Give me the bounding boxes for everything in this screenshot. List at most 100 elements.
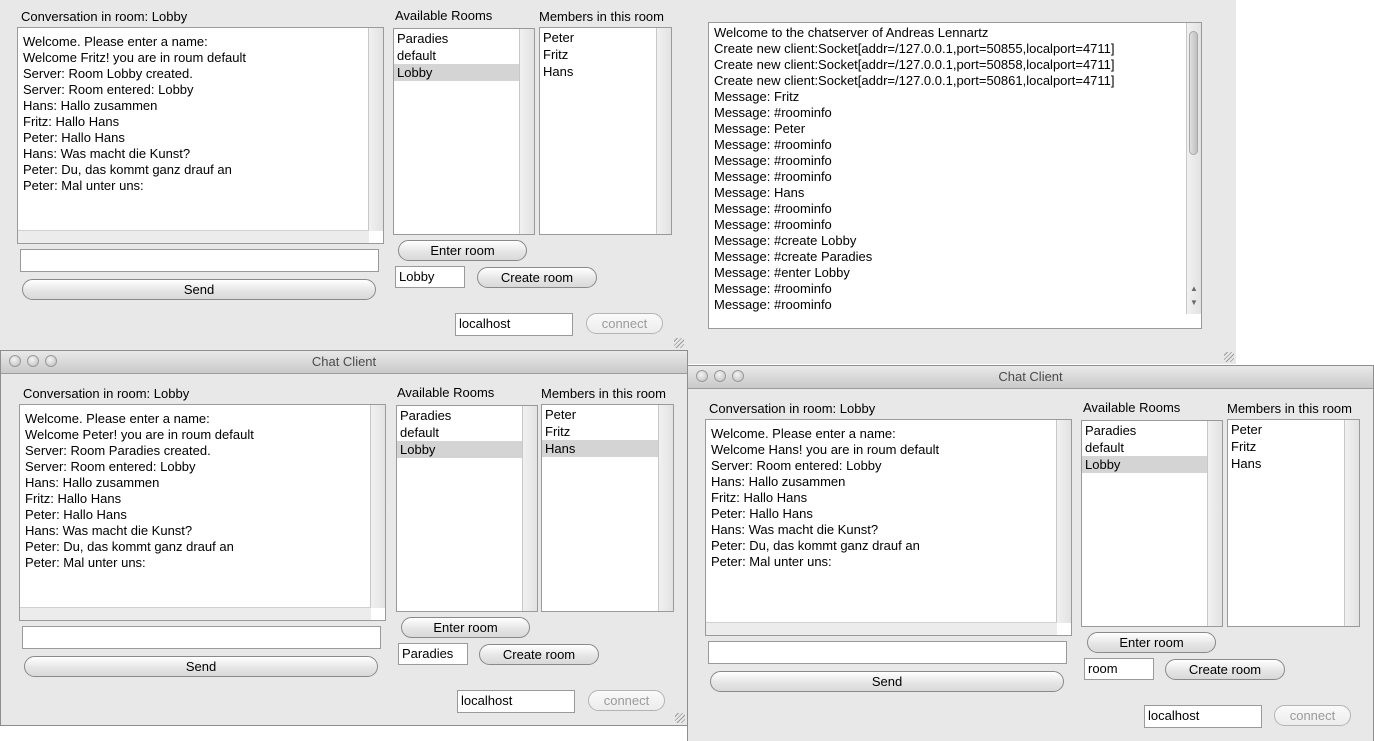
members-scrollbar[interactable] [658, 405, 673, 611]
member-item[interactable]: Fritz [1228, 438, 1359, 455]
conversation-scrollbar[interactable] [368, 28, 383, 231]
scroll-down-icon[interactable]: ▼ [1187, 297, 1201, 309]
conversation-area[interactable]: Welcome. Please enter a name: Welcome Pet… [19, 404, 386, 621]
close-icon[interactable] [696, 370, 708, 382]
conversation-scrollbar[interactable] [370, 405, 385, 608]
members-label: Members in this room [539, 9, 664, 24]
room-item[interactable]: Paradies [397, 407, 537, 424]
resize-grip-icon[interactable] [675, 713, 685, 723]
room-item[interactable]: default [394, 47, 534, 64]
rooms-list[interactable]: Paradies default Lobby [1081, 420, 1223, 627]
message-line: Peter: Hallo Hans [23, 130, 125, 145]
message-input[interactable] [20, 249, 379, 272]
message-line: Hans: Hallo zusammen [25, 475, 160, 490]
scroll-up-icon[interactable]: ▲ [1187, 283, 1201, 295]
conversation-area[interactable]: Welcome. Please enter a name: Welcome Fri… [17, 27, 384, 244]
message-line: Peter: Mal unter uns: [711, 554, 832, 569]
conversation-scrollbar[interactable] [1056, 420, 1071, 623]
room-item[interactable]: default [397, 424, 537, 441]
host-input[interactable]: localhost [1144, 705, 1262, 728]
room-item[interactable]: Paradies [1082, 422, 1222, 439]
send-button[interactable]: Send [22, 279, 376, 300]
message-input[interactable] [708, 641, 1067, 664]
window-titlebar[interactable]: Chat Client [1, 351, 687, 374]
log-line: Welcome to the chatserver of Andreas Len… [714, 25, 989, 40]
send-button[interactable]: Send [710, 671, 1064, 692]
rooms-list[interactable]: Paradies default Lobby [396, 405, 538, 612]
rooms-label: Available Rooms [395, 8, 493, 23]
member-item[interactable]: Hans [542, 440, 673, 457]
member-item[interactable]: Peter [542, 406, 673, 423]
connect-button[interactable]: connect [1274, 705, 1351, 726]
connect-button[interactable]: connect [586, 313, 663, 334]
room-item[interactable]: Lobby [394, 64, 534, 81]
message-line: Hans: Was macht die Kunst? [23, 146, 191, 161]
send-button[interactable]: Send [24, 656, 378, 677]
host-input[interactable]: localhost [455, 313, 573, 336]
room-item[interactable]: Lobby [397, 441, 537, 458]
host-input[interactable]: localhost [457, 690, 575, 713]
log-line: Message: #roominfo [714, 105, 832, 120]
members-scrollbar[interactable] [656, 28, 671, 234]
member-item[interactable]: Peter [1228, 421, 1359, 438]
server-log[interactable]: Welcome to the chatserver of Andreas Len… [708, 22, 1202, 329]
enter-room-button[interactable]: Enter room [398, 240, 527, 261]
create-room-button[interactable]: Create room [477, 267, 597, 288]
members-list[interactable]: Peter Fritz Hans [539, 27, 672, 235]
members-list[interactable]: Peter Fritz Hans [541, 404, 674, 612]
message-input[interactable] [22, 626, 381, 649]
chat-window-fritz: Conversation in room: Lobby Available Ro… [0, 0, 686, 350]
zoom-icon[interactable] [45, 355, 57, 367]
conversation-hscrollbar[interactable] [20, 607, 371, 620]
member-item[interactable]: Fritz [542, 423, 673, 440]
conversation-area[interactable]: Welcome. Please enter a name: Welcome Han… [705, 419, 1072, 636]
window-title: Chat Client [998, 369, 1063, 384]
window-titlebar[interactable]: Chat Client [688, 366, 1373, 389]
message-line: Server: Room entered: Lobby [711, 458, 882, 473]
create-room-button[interactable]: Create room [1165, 659, 1285, 680]
rooms-scrollbar[interactable] [519, 29, 534, 234]
window-controls [9, 355, 57, 367]
window-title: Chat Client [311, 354, 377, 369]
log-line: Create new client:Socket[addr=/127.0.0.1… [714, 57, 1115, 72]
member-items: Peter Fritz Hans [542, 406, 673, 457]
enter-room-button[interactable]: Enter room [401, 617, 530, 638]
room-name-input[interactable]: room [1084, 658, 1154, 680]
member-item[interactable]: Fritz [540, 46, 671, 63]
conversation-hscrollbar[interactable] [18, 230, 369, 243]
room-item[interactable]: Paradies [394, 30, 534, 47]
enter-room-button[interactable]: Enter room [1087, 632, 1216, 653]
chat-window-hans: Chat Client Conversation in room: Lobby … [687, 365, 1374, 741]
close-icon[interactable] [9, 355, 21, 367]
members-scrollbar[interactable] [1344, 420, 1359, 626]
rooms-scrollbar[interactable] [522, 406, 537, 611]
minimize-icon[interactable] [27, 355, 39, 367]
conversation-label: Conversation in room: Lobby [709, 401, 876, 416]
create-room-button[interactable]: Create room [479, 644, 599, 665]
room-name-input[interactable]: Lobby [395, 266, 465, 288]
resize-grip-icon[interactable] [1224, 352, 1234, 362]
member-item[interactable]: Hans [1228, 455, 1359, 472]
server-log-scrollbar[interactable]: ▲ ▼ [1186, 23, 1201, 314]
connect-button[interactable]: connect [588, 690, 665, 711]
conversation-hscrollbar[interactable] [706, 622, 1057, 635]
resize-grip-icon[interactable] [674, 338, 684, 348]
rooms-label: Available Rooms [1083, 400, 1181, 415]
members-list[interactable]: Peter Fritz Hans [1227, 419, 1360, 627]
rooms-label: Available Rooms [397, 385, 495, 400]
message-line: Peter: Hallo Hans [25, 507, 127, 522]
server-log-scroll-thumb[interactable] [1189, 31, 1198, 155]
member-item[interactable]: Hans [540, 63, 671, 80]
rooms-list[interactable]: Paradies default Lobby [393, 28, 535, 235]
minimize-icon[interactable] [714, 370, 726, 382]
message-line: Peter: Du, das kommt ganz drauf an [711, 538, 920, 553]
member-item[interactable]: Peter [540, 29, 671, 46]
room-name-input[interactable]: Paradies [398, 643, 468, 665]
message-line: Server: Room entered: Lobby [23, 82, 194, 97]
zoom-icon[interactable] [732, 370, 744, 382]
rooms-scrollbar[interactable] [1207, 421, 1222, 626]
room-item[interactable]: default [1082, 439, 1222, 456]
message-line: Fritz: Hallo Hans [711, 490, 808, 505]
members-label: Members in this room [541, 386, 666, 401]
room-item[interactable]: Lobby [1082, 456, 1222, 473]
